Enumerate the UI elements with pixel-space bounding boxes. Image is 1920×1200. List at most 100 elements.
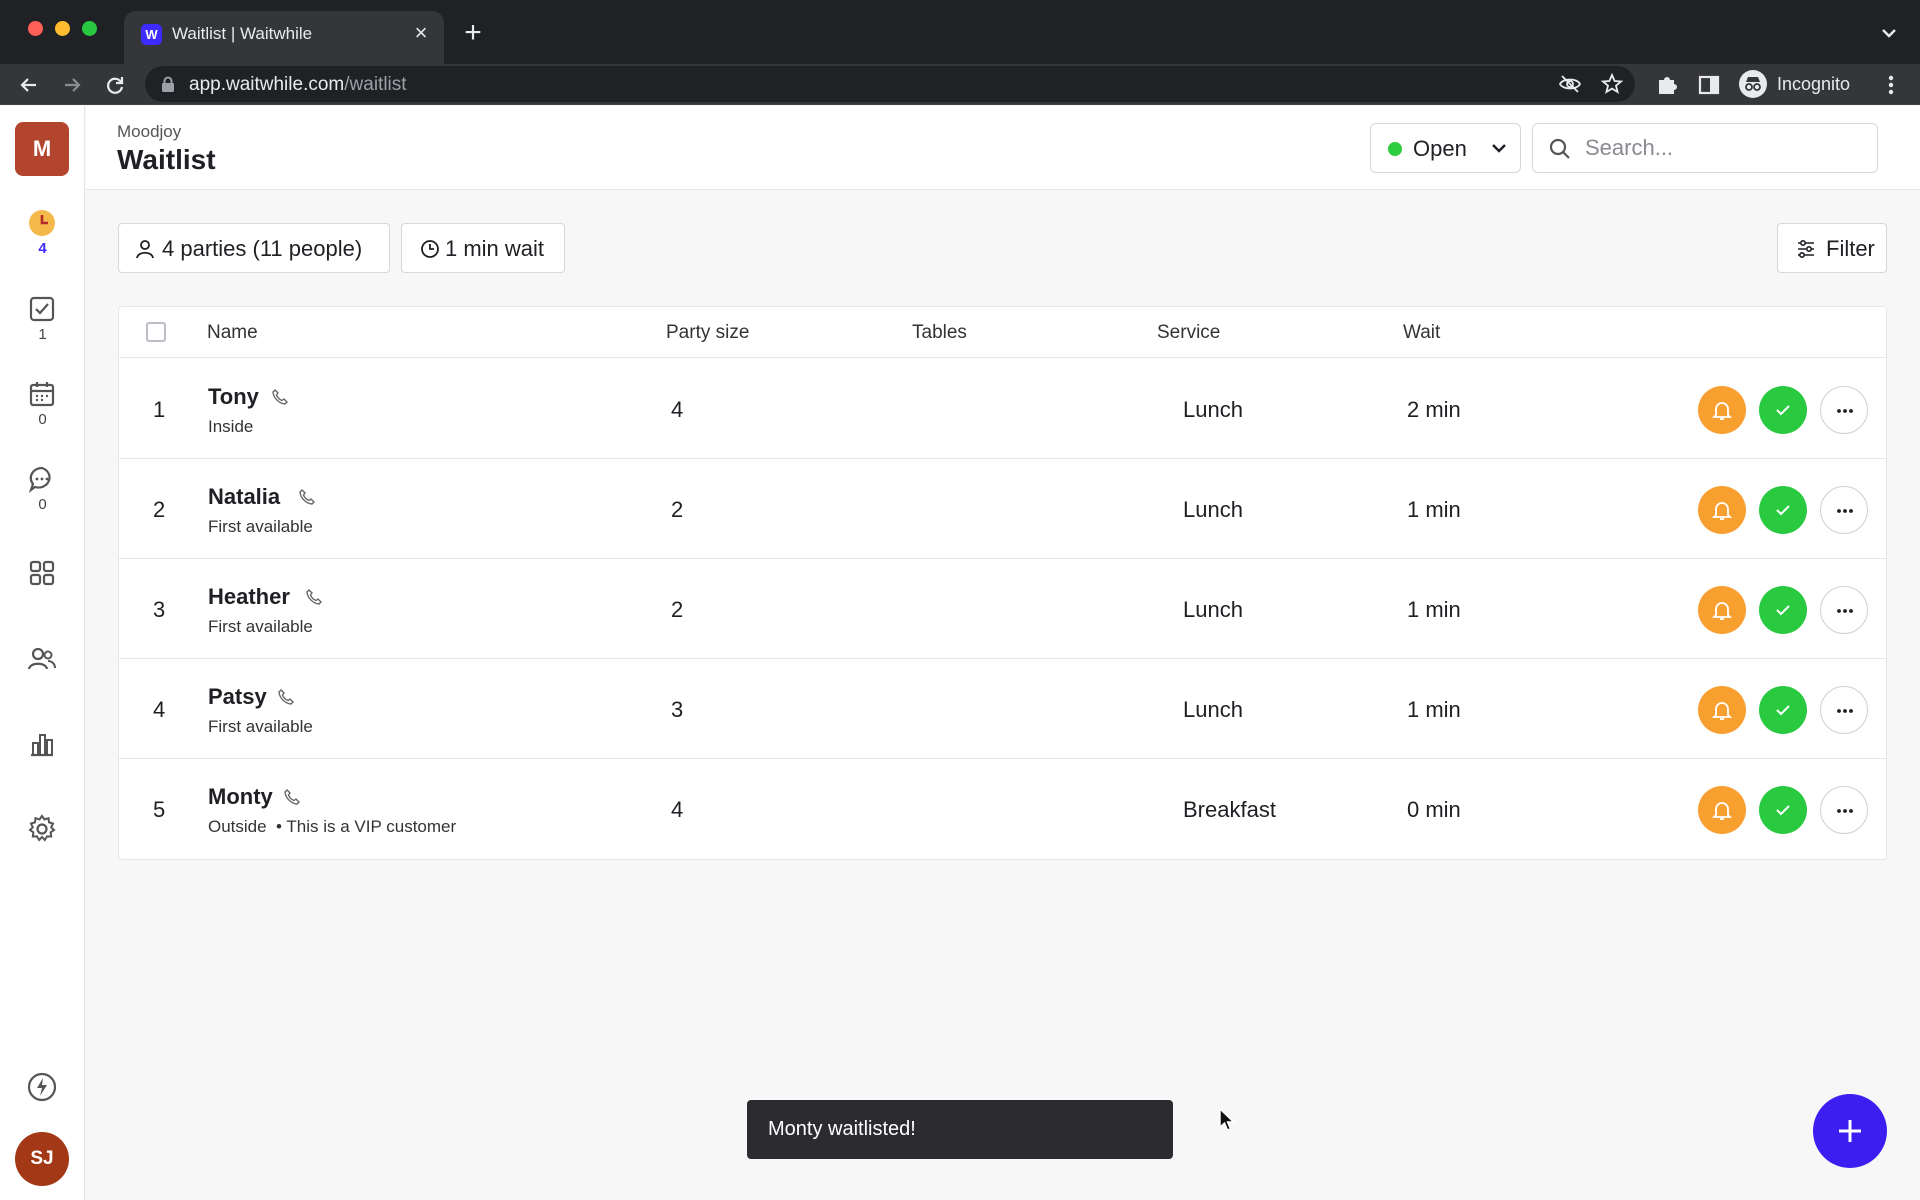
serve-button[interactable]	[1759, 486, 1807, 534]
filter-button[interactable]: Filter	[1777, 223, 1887, 273]
notify-button[interactable]	[1698, 686, 1746, 734]
waitlist-table: Name Party size Tables Service Wait 1 To…	[118, 306, 1887, 860]
check-icon	[1776, 805, 1790, 816]
tab-search-chevron-icon[interactable]	[1876, 20, 1902, 46]
guest-name[interactable]: Tony	[208, 384, 259, 410]
column-header-party-size[interactable]: Party size	[666, 322, 749, 344]
column-header-service[interactable]: Service	[1157, 322, 1220, 344]
column-header-tables[interactable]: Tables	[912, 322, 967, 344]
lock-icon[interactable]	[161, 76, 175, 92]
window-zoom-button[interactable]	[82, 21, 97, 36]
serve-button[interactable]	[1759, 686, 1807, 734]
notify-button[interactable]	[1698, 486, 1746, 534]
wait-time: 1 min	[1407, 597, 1461, 622]
puzzle-icon[interactable]	[1652, 70, 1682, 100]
new-tab-icon[interactable]: +	[458, 18, 488, 48]
address-bar[interactable]: app.waitwhile.com/waitlist	[145, 66, 1635, 102]
incognito-profile-button[interactable]: Incognito	[1737, 66, 1867, 102]
browser-tab-bar: W Waitlist | Waitwhile × +	[0, 0, 1920, 64]
kebab-icon[interactable]	[1876, 70, 1906, 100]
users-icon	[27, 647, 56, 670]
search-icon	[1549, 138, 1570, 159]
gear-icon	[28, 814, 56, 842]
more-options-button[interactable]	[1820, 386, 1868, 434]
incognito-icon	[1739, 70, 1767, 98]
guest-name[interactable]: Monty	[208, 784, 273, 810]
rank: 4	[153, 697, 166, 722]
add-customer-button[interactable]	[1813, 1094, 1887, 1168]
plus-icon	[1839, 1120, 1861, 1142]
notify-button[interactable]	[1698, 386, 1746, 434]
more-options-button[interactable]	[1820, 786, 1868, 834]
sidepanel-icon[interactable]	[1694, 70, 1724, 100]
back-icon[interactable]	[14, 70, 44, 100]
more-options-button[interactable]	[1820, 586, 1868, 634]
notify-button[interactable]	[1698, 586, 1746, 634]
table-row[interactable]: 2 Natalia First available 2 Lunch 1 min	[119, 459, 1886, 559]
guest-name[interactable]: Patsy	[208, 684, 267, 710]
check-icon	[1776, 705, 1790, 716]
grid-icon	[29, 560, 55, 586]
toast-notification: Monty waitlisted!	[747, 1100, 1173, 1159]
service: Lunch	[1183, 397, 1243, 422]
select-all-checkbox[interactable]	[146, 322, 166, 342]
column-header-wait[interactable]: Wait	[1403, 322, 1440, 344]
check-square-icon	[29, 296, 55, 322]
clock-outline-icon	[421, 240, 439, 258]
column-header-name[interactable]: Name	[207, 322, 258, 344]
check-icon	[1776, 405, 1790, 416]
party-size: 4	[671, 797, 684, 822]
notify-button[interactable]	[1698, 786, 1746, 834]
more-options-button[interactable]	[1820, 686, 1868, 734]
ellipsis-icon	[1837, 609, 1853, 613]
rank: 5	[153, 797, 166, 822]
star-icon[interactable]	[1600, 72, 1624, 96]
window-close-button[interactable]	[28, 21, 43, 36]
table-row[interactable]: 5 Monty Outside • This is a VIP customer…	[119, 759, 1886, 859]
url-text: app.waitwhile.com/waitlist	[189, 74, 407, 96]
reload-icon[interactable]	[100, 70, 130, 100]
more-options-button[interactable]	[1820, 486, 1868, 534]
tab-close-icon[interactable]: ×	[409, 21, 433, 45]
person-icon	[136, 240, 154, 259]
nav-item-customers[interactable]	[0, 644, 85, 714]
parties-summary-chip[interactable]: 4 parties (11 people)	[118, 223, 390, 273]
search-box[interactable]	[1532, 123, 1878, 173]
eye-off-icon[interactable]	[1558, 72, 1582, 96]
serve-button[interactable]	[1759, 586, 1807, 634]
nav-item-bookings[interactable]: 0	[0, 379, 85, 449]
user-avatar[interactable]: SJ	[15, 1132, 69, 1186]
party-size: 3	[671, 697, 684, 722]
party-size: 2	[671, 597, 684, 622]
tab-title: Waitlist | Waitwhile	[172, 24, 313, 43]
wait-time: 2 min	[1407, 397, 1461, 422]
serve-button[interactable]	[1759, 786, 1807, 834]
browser-tab[interactable]: W Waitlist | Waitwhile ×	[124, 11, 444, 64]
page-title: Waitlist	[117, 144, 216, 175]
forward-icon[interactable]	[57, 70, 87, 100]
table-row[interactable]: 4 Patsy First available 3 Lunch 1 min	[119, 659, 1886, 759]
serve-button[interactable]	[1759, 386, 1807, 434]
service: Lunch	[1183, 597, 1243, 622]
nav-item-analytics[interactable]	[0, 729, 85, 799]
wait-summary-chip[interactable]: 1 min wait	[401, 223, 565, 273]
window-minimize-button[interactable]	[55, 21, 70, 36]
guest-name[interactable]: Natalia	[208, 484, 280, 510]
nav-item-apps[interactable]	[0, 558, 85, 628]
table-row[interactable]: 1 Tony Inside 4 Lunch 2 min	[119, 359, 1886, 459]
nav-item-waitlist[interactable]: 4	[0, 208, 85, 278]
nav-item-settings[interactable]	[0, 814, 85, 884]
workspace-avatar[interactable]: M	[15, 122, 69, 176]
url-host: app.waitwhile.com	[189, 74, 345, 95]
waitwhile-favicon-icon: W	[141, 24, 162, 45]
nav-item-served[interactable]: 1	[0, 294, 85, 364]
wait-time: 1 min	[1407, 697, 1461, 722]
guest-note: First available	[208, 617, 313, 636]
mouse-cursor-icon	[1219, 1107, 1236, 1131]
bolt-icon	[27, 1072, 57, 1102]
guest-name[interactable]: Heather	[208, 584, 290, 610]
nav-item-messages[interactable]: 0	[0, 464, 85, 534]
search-input[interactable]	[1585, 132, 1865, 164]
table-row[interactable]: 3 Heather First available 2 Lunch 1 min	[119, 559, 1886, 659]
status-dropdown[interactable]: Open	[1370, 123, 1521, 173]
